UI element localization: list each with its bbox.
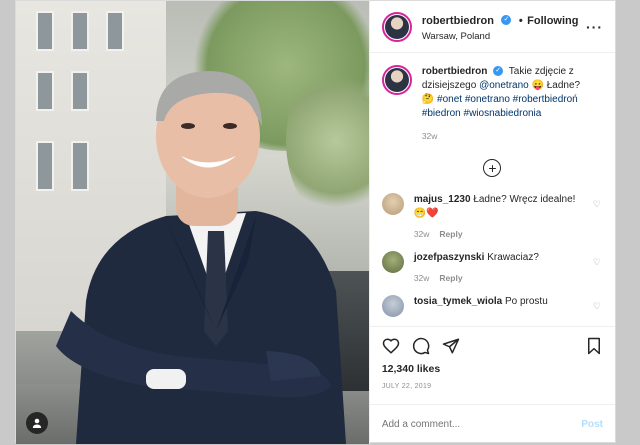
post-photo[interactable] [16, 1, 369, 444]
share-icon[interactable] [442, 337, 460, 355]
post-header: robertbiedron ✓ • Following Warsaw, Pola… [369, 1, 615, 53]
comment-row: majus_1230 Ładne? Wręcz idealne! 😁❤️ 32w… [381, 193, 603, 241]
follow-separator: • [518, 15, 523, 27]
caption-hashtags[interactable]: #onet #onetrano #robertbiedroń #biedron … [422, 94, 578, 119]
username[interactable]: robertbiedron [422, 15, 494, 27]
post-actions: 12,340 likes JULY 22, 2019 [369, 326, 615, 404]
comment-row: tosia_tymek_wiola Po prostu ♡ [381, 295, 603, 317]
post-modal: robertbiedron ✓ • Following Warsaw, Pola… [15, 0, 616, 444]
caption-time[interactable]: 32w [422, 131, 603, 141]
following-button[interactable]: Following [527, 15, 578, 27]
likes-count[interactable]: 12,340 likes [382, 363, 603, 375]
comment-icon[interactable] [412, 337, 430, 355]
plus-circle-icon[interactable]: + [483, 159, 502, 177]
caption-mention[interactable]: @onetrano [479, 80, 529, 91]
like-heart-icon[interactable] [382, 337, 400, 355]
bookmark-icon[interactable] [585, 337, 603, 355]
post-sidebar: robertbiedron ✓ • Following Warsaw, Pola… [368, 1, 615, 444]
add-comment-input[interactable] [381, 419, 582, 430]
comment-username[interactable]: tosia_tymek_wiola [414, 296, 502, 307]
caption-username[interactable]: robertbiedron [422, 66, 488, 77]
comment-row: jozefpaszynski Krawaciaz? 32w Reply ♡ [381, 251, 603, 285]
comment-avatar[interactable] [381, 193, 404, 215]
comment-time[interactable]: 32w [414, 229, 430, 239]
verified-badge-icon: ✓ [501, 14, 512, 25]
verified-badge-icon: ✓ [493, 66, 504, 77]
location[interactable]: Warsaw, Poland [422, 31, 586, 42]
comment-text: Po prostu [504, 296, 548, 307]
reply-button[interactable]: Reply [439, 229, 462, 239]
man-in-suit [56, 71, 346, 444]
heart-icon[interactable]: ♡ [593, 257, 601, 268]
avatar[interactable] [381, 11, 412, 42]
user-tag-icon[interactable] [26, 412, 48, 434]
caption: robertbiedron ✓ Takie zdjęcie z dzisiejs… [381, 65, 603, 121]
add-comment-bar: Post [369, 404, 615, 444]
comment-text: Krawaciaz? [487, 252, 539, 263]
post-comment-button[interactable]: Post [581, 419, 603, 430]
comment-time[interactable]: 32w [414, 273, 430, 283]
reply-button[interactable]: Reply [439, 273, 462, 283]
comments-area[interactable]: robertbiedron ✓ Takie zdjęcie z dzisiejs… [370, 53, 615, 326]
comment-avatar[interactable] [381, 251, 404, 273]
post-date[interactable]: JULY 22, 2019 [382, 383, 603, 390]
heart-icon[interactable]: ♡ [593, 301, 601, 312]
heart-icon[interactable]: ♡ [593, 199, 601, 210]
comment-avatar[interactable] [381, 295, 404, 317]
comment-username[interactable]: jozefpaszynski [414, 252, 485, 263]
more-horizontal-icon[interactable]: ··· [586, 19, 603, 35]
avatar[interactable] [381, 65, 412, 95]
comment-username[interactable]: majus_1230 [414, 194, 471, 205]
